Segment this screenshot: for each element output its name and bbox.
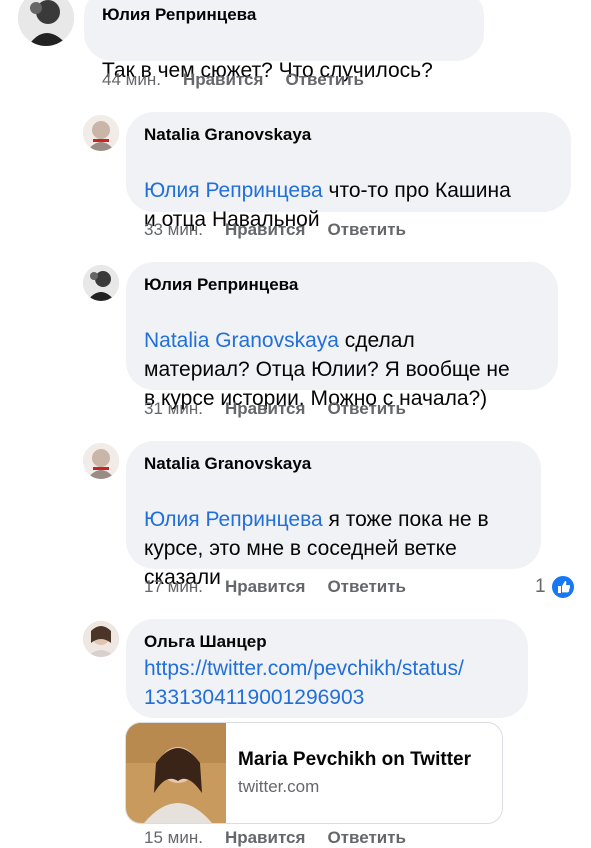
comment-text: Юлия Репринцева я тоже пока не в курсе, … (144, 476, 489, 592)
comment-meta: 31 мин. Нравится Ответить (144, 399, 406, 419)
comment-mention[interactable]: Юлия Репринцева (144, 179, 323, 202)
link-preview-title[interactable]: Maria Pevchikh on Twitter (238, 749, 471, 771)
comment-text: Natalia Granovskaya сделал материал? Отц… (144, 297, 510, 413)
comment-mention[interactable]: Юлия Репринцева (144, 508, 323, 531)
link-preview-domain: twitter.com (238, 777, 320, 796)
avatar[interactable] (83, 265, 119, 301)
comment-author[interactable]: Natalia Granovskaya (144, 454, 311, 474)
reply-button[interactable]: Ответить (327, 220, 406, 239)
reply-button[interactable]: Ответить (285, 70, 364, 89)
comment-link[interactable]: https://twitter.com/pevchikh/status/ 133… (144, 654, 464, 712)
like-reaction-icon[interactable] (550, 574, 576, 600)
avatar[interactable] (18, 0, 74, 46)
comment-time[interactable]: 33 мин. (144, 220, 203, 239)
reply-button[interactable]: Ответить (327, 577, 406, 596)
like-button[interactable]: Нравится (225, 577, 306, 596)
comment-author[interactable]: Ольга Шанцер (144, 632, 267, 652)
link-preview-thumbnail (126, 723, 226, 823)
avatar[interactable] (83, 443, 119, 479)
comment-meta: 17 мин. Нравится Ответить (144, 577, 406, 597)
link-preview-card[interactable]: Maria Pevchikh on Twitter twitter.com (125, 722, 503, 824)
reply-button[interactable]: Ответить (327, 399, 406, 418)
like-button[interactable]: Нравится (225, 220, 306, 239)
comment-meta: 33 мин. Нравится Ответить (144, 220, 406, 240)
reaction-count[interactable]: 1 (535, 576, 546, 598)
comment-time[interactable]: 44 мин. (102, 70, 161, 89)
comment-time[interactable]: 31 мин. (144, 399, 203, 418)
avatar[interactable] (83, 621, 119, 657)
comment-author[interactable]: Юлия Репринцева (102, 5, 256, 25)
comment-time[interactable]: 17 мин. (144, 577, 203, 596)
comment-meta: 15 мин. Нравится Ответить (144, 828, 406, 848)
comment-author[interactable]: Natalia Granovskaya (144, 125, 311, 145)
comment-mention[interactable]: Natalia Granovskaya (144, 329, 339, 352)
avatar[interactable] (83, 115, 119, 151)
comment-author[interactable]: Юлия Репринцева (144, 275, 298, 295)
like-button[interactable]: Нравится (225, 399, 306, 418)
like-button[interactable]: Нравится (183, 70, 264, 89)
comment-meta: 44 мин. Нравится Ответить (102, 70, 364, 90)
